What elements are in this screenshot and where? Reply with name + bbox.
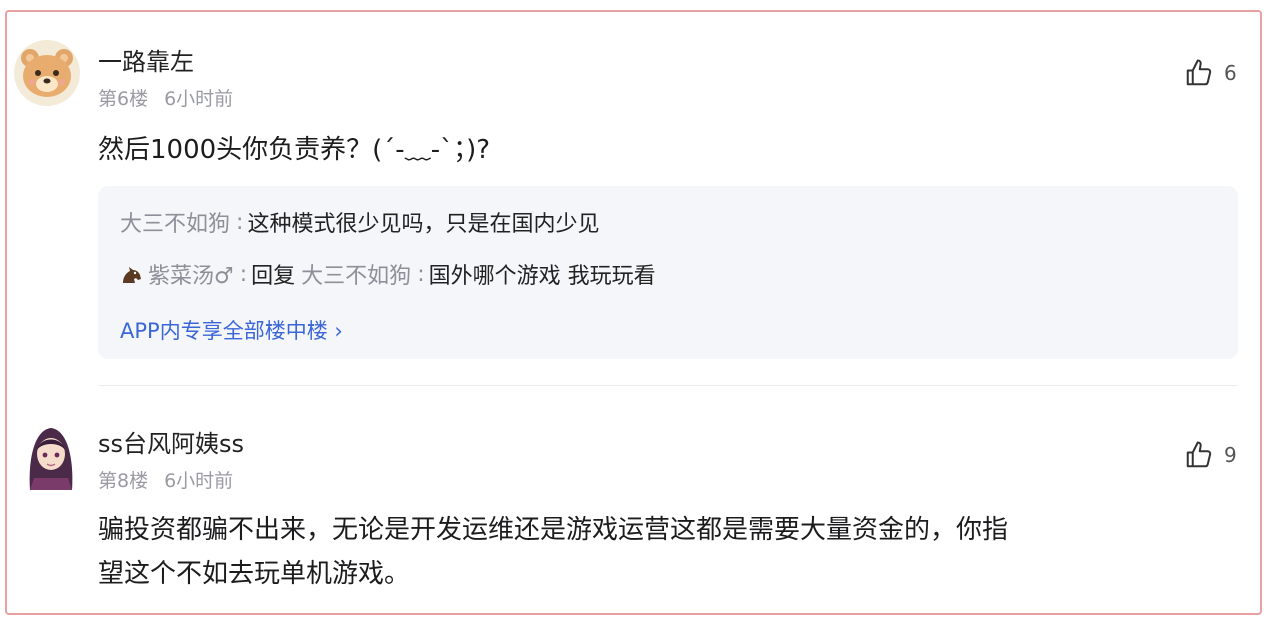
comment-content: 然后1000头你负责养？(´-﹏-`；)? xyxy=(98,135,491,165)
floor-number: 第6楼 xyxy=(98,88,149,110)
avatar[interactable] xyxy=(20,420,82,490)
thumbs-up-icon xyxy=(1186,441,1212,468)
reply-separator: : xyxy=(417,261,425,287)
reply-to-user[interactable]: 大三不如狗 xyxy=(301,258,411,290)
reply-separator: : xyxy=(236,209,244,235)
reply-author[interactable]: 紫菜汤♂ xyxy=(148,258,234,290)
comment-meta: 第8楼 6小时前 xyxy=(98,466,233,493)
like-button[interactable]: 9 xyxy=(1184,440,1237,470)
reply-text: 国外哪个游戏 我玩玩看 xyxy=(428,264,656,289)
reply-word: 回复 xyxy=(251,264,296,289)
bear-avatar-icon xyxy=(14,40,80,106)
reply-separator: : xyxy=(239,261,248,287)
comment-content: 骗投资都骗不出来，无论是开发运维还是游戏运营这都是需要大量资金的，你指 望这个不… xyxy=(98,508,1248,596)
sub-reply[interactable]: 紫菜汤♂: 回复 大三不如狗: 国外哪个游戏 我玩玩看 xyxy=(120,258,656,290)
like-count: 6 xyxy=(1224,61,1237,85)
like-button[interactable]: 6 xyxy=(1184,58,1237,88)
reply-text: 这种模式很少见吗，只是在国内少见 xyxy=(247,212,600,237)
sub-reply[interactable]: 大三不如狗: 这种模式很少见吗，只是在国内少见 xyxy=(120,206,599,238)
timestamp: 6小时前 xyxy=(164,470,234,492)
view-all-replies-link[interactable]: APP内专享全部楼中楼 › xyxy=(120,315,343,345)
thumbs-up-icon xyxy=(1186,59,1212,86)
comment-divider xyxy=(98,385,1238,386)
floor-number: 第8楼 xyxy=(98,470,149,492)
like-count: 9 xyxy=(1224,443,1237,467)
username[interactable]: 一路靠左 xyxy=(98,42,194,77)
reply-author[interactable]: 大三不如狗 xyxy=(120,206,230,238)
anime-girl-avatar-icon xyxy=(20,420,82,490)
sub-replies-box: 大三不如狗: 这种模式很少见吗，只是在国内少见 紫菜汤♂: 回复 大三不如狗: 国外哪个… xyxy=(98,186,1238,359)
comment-line: 望这个不如去玩单机游戏。 xyxy=(98,559,411,589)
timestamp: 6小时前 xyxy=(164,88,234,110)
avatar[interactable] xyxy=(14,40,80,106)
horse-icon xyxy=(123,267,141,283)
comment-line: 骗投资都骗不出来，无论是开发运维还是游戏运营这都是需要大量资金的，你指 xyxy=(98,515,1009,545)
comment-meta: 第6楼 6小时前 xyxy=(98,84,233,111)
username[interactable]: ss台风阿姨ss xyxy=(98,424,244,459)
